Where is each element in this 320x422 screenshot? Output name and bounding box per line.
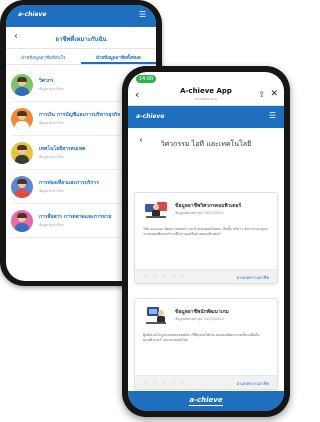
hamburger-menu-icon[interactable]: ☰ — [269, 112, 276, 120]
rating-stars[interactable]: ☆ ☆ ☆ ☆ ☆ — [143, 379, 187, 386]
read-career-article-link[interactable]: อ่านบทความอาชีพ — [237, 274, 269, 281]
brand-bar: a-chieve ☰ — [128, 106, 284, 128]
card-title: ข้อมูลอาชีพนักพัฒนาเกม — [175, 309, 229, 315]
bottom-brand-bar: a-chieve — [128, 391, 284, 411]
close-icon[interactable]: ✕ — [270, 89, 278, 99]
game-developer-illustration-icon — [146, 307, 166, 324]
read-career-article-link[interactable]: อ่านบทความอาชีพ — [237, 380, 269, 387]
avatar — [11, 175, 33, 198]
card-footer: ☆ ☆ ☆ ☆ ☆ อ่านบทความอาชีพ — [135, 375, 277, 389]
list-item-subtitle: ข้อมูล สาขาวิชา — [39, 154, 64, 159]
back-page-title: อาชีพที่เหมาะกับฉัน — [55, 36, 107, 43]
list-item-title: การเงิน การบัญชีและการบริหารธุรกิจ — [39, 111, 121, 118]
card-date: ข้อมูลอัพเดทล่าสุด 10/23/2022 — [175, 317, 224, 321]
app-header: ‹ A-chieve App a-chieve.org ⇪ ✕ — [128, 86, 284, 106]
avatar — [11, 73, 33, 96]
page-title: วิศวกรรม ไอที และเทคโนโลยี — [160, 140, 252, 148]
bottom-logo-text: a-chieve — [189, 396, 223, 406]
list-item-subtitle: ข้อมูล สาขาวิชา — [39, 222, 64, 227]
status-bar: 14:00 — [128, 72, 284, 86]
front-phone-screen: 14:00 ‹ A-chieve App a-chieve.org ⇪ ✕ a-… — [128, 72, 284, 411]
list-item-subtitle: ข้อมูล สาขาวิชา — [39, 86, 64, 91]
avatar — [11, 141, 33, 164]
status-time: 14:00 — [136, 75, 156, 83]
back-brand-bar: a-chieve ☰ — [6, 5, 156, 27]
share-icon[interactable]: ⇪ — [258, 90, 265, 99]
avatar — [11, 209, 33, 232]
hamburger-menu-icon[interactable]: ☰ — [139, 11, 146, 19]
front-phone: 14:00 ‹ A-chieve App a-chieve.org ⇪ ✕ a-… — [122, 66, 290, 417]
list-item-title: วิศวกร — [39, 77, 54, 84]
career-card[interactable]: ข้อมูลอาชีพนักพัฒนาเกม ข้อมูลอัพเดทล่าสุ… — [134, 298, 278, 390]
card-footer: ☆ ☆ ☆ ☆ ☆ อ่านบทความอาชีพ — [135, 269, 277, 283]
avatar — [11, 107, 33, 130]
list-item-subtitle: ข้อมูล สาขาวิชา — [39, 188, 64, 193]
tab-interested-careers[interactable]: ฝ่ายข้อมูลอาชีพที่สนใจ — [6, 49, 81, 64]
brand-logo: a-chieve — [136, 113, 165, 120]
list-item-subtitle: ข้อมูล สาขาวิชา — [39, 120, 64, 125]
back-title-bar: ‹ อาชีพที่เหมาะกับฉัน — [6, 27, 156, 49]
career-card[interactable]: ข้อมูลอาชีพวิศวกรคอมพิวเตอร์ ข้อมูลอัพเด… — [134, 192, 278, 284]
card-title: ข้อมูลอาชีพวิศวกรคอมพิวเตอร์ — [175, 203, 242, 209]
card-description: วิจัย ออกแบบ พัฒนา ทดสอบ และกำหนดคุณลักษ… — [143, 227, 268, 236]
page-header: ‹ วิศวกรรม ไอที และเทคโนโลยี — [128, 128, 284, 156]
rating-stars[interactable]: ☆ ☆ ☆ ☆ ☆ — [143, 273, 187, 280]
back-tabs: ฝ่ายข้อมูลอาชีพที่สนใจ ฝ่ายข้อมูลอาชีพทั… — [6, 49, 156, 65]
back-brand-logo: a-chieve — [18, 11, 47, 18]
bottom-brand-logo: a-chieve — [128, 396, 284, 406]
computer-engineer-illustration-icon — [145, 202, 167, 218]
card-date: ข้อมูลอัพเดทล่าสุด 10/23/2022 — [175, 211, 224, 215]
card-description: ผู้ผลิตเกมในรูปแบบของซอฟต์แวร์ที่ทุกคนใช… — [143, 333, 260, 342]
list-item-title: การสื่อสาร การตลาดและการขาย — [39, 213, 112, 220]
list-item-title: เทคโนโลยีสารสนเทศ — [39, 145, 86, 152]
list-item-title: การท่องเที่ยวและการบริการ — [39, 179, 99, 186]
tab-all-careers[interactable]: ฝ่ายข้อมูลอาชีพทั้งหมด — [81, 49, 156, 64]
